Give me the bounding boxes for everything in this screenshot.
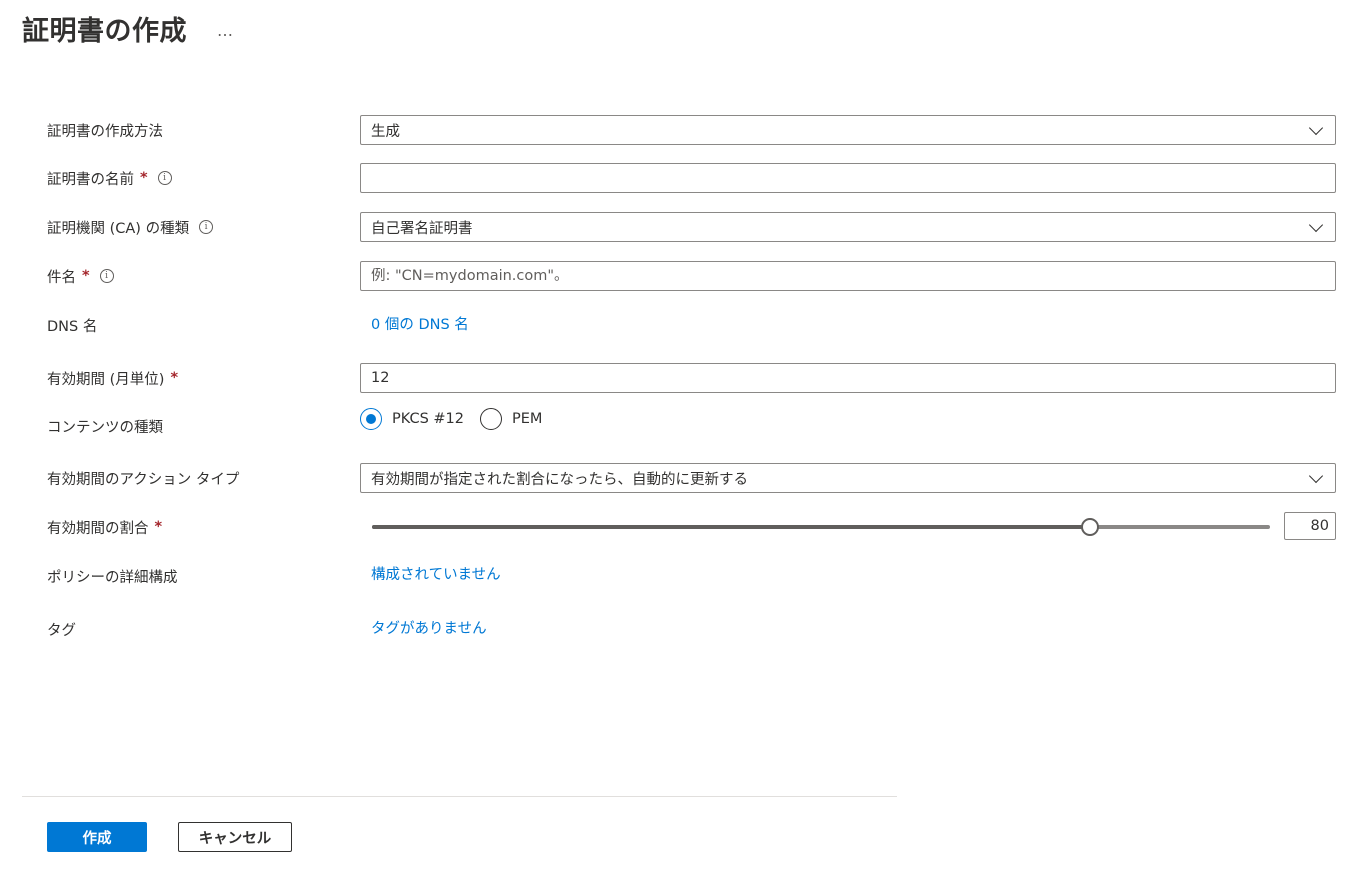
certificate-name-field[interactable] bbox=[360, 163, 1336, 193]
info-icon[interactable]: i bbox=[199, 220, 214, 234]
subject-input[interactable] bbox=[371, 268, 1325, 284]
page-header: 証明書の作成 … bbox=[22, 8, 234, 48]
slider-thumb[interactable] bbox=[1081, 518, 1100, 536]
slider-fill bbox=[372, 525, 1091, 529]
info-icon[interactable]: i bbox=[99, 269, 114, 283]
dns-names-link[interactable]: 0 個の DNS 名 bbox=[360, 317, 469, 333]
form-row-validity: 有効期間 (月単位) * bbox=[47, 362, 1336, 394]
required-marker: * bbox=[82, 268, 90, 284]
form-row-dns: DNS 名 0 個の DNS 名 bbox=[47, 309, 1336, 341]
footer-actions: 作成 キャンセル bbox=[47, 822, 292, 852]
validity-input[interactable] bbox=[371, 370, 1325, 386]
info-icon[interactable]: i bbox=[157, 171, 172, 185]
radio-pem[interactable]: PEM bbox=[480, 408, 542, 430]
radio-pkcs12[interactable]: PKCS #12 bbox=[360, 408, 464, 430]
radio-selected-icon[interactable] bbox=[360, 408, 382, 430]
form-row-action-type: 有効期間のアクション タイプ 有効期間が指定された割合になったら、自動的に更新す… bbox=[47, 462, 1336, 494]
method-label: 証明書の作成方法 bbox=[47, 123, 163, 140]
name-label: 証明書の名前 * i bbox=[47, 168, 347, 189]
validity-field[interactable] bbox=[360, 363, 1336, 393]
percentage-label: 有効期間の割合 * bbox=[47, 519, 163, 537]
content-type-radio-group: PKCS #12 PEM bbox=[360, 408, 1336, 430]
form-row-ca-type: 証明機関 (CA) の種類 i 自己署名証明書 bbox=[47, 211, 1336, 243]
page-title: 証明書の作成 bbox=[22, 15, 187, 47]
create-certificate-page: 証明書の作成 … 証明書の作成方法 生成 証明書の名前 * i 証明機関 (CA… bbox=[0, 0, 1363, 875]
more-options-icon[interactable]: … bbox=[217, 21, 234, 40]
chevron-down-icon bbox=[1309, 122, 1325, 138]
form-row-percentage: 有効期間の割合 * 80 bbox=[47, 511, 1336, 543]
validity-label: 有効期間 (月単位) * bbox=[47, 370, 179, 388]
form-row-policy: ポリシーの詳細構成 構成されていません bbox=[47, 560, 1336, 592]
action-type-label: 有効期間のアクション タイプ bbox=[47, 471, 240, 488]
form-row-name: 証明書の名前 * i bbox=[47, 162, 1336, 194]
create-button[interactable]: 作成 bbox=[47, 822, 147, 852]
ca-type-label: 証明機関 (CA) の種類 i bbox=[47, 217, 347, 238]
required-marker: * bbox=[140, 170, 148, 186]
radio-unselected-icon[interactable] bbox=[480, 408, 502, 430]
form-row-method: 証明書の作成方法 生成 bbox=[47, 114, 1336, 146]
required-marker: * bbox=[154, 519, 163, 535]
action-type-dropdown[interactable]: 有効期間が指定された割合になったら、自動的に更新する bbox=[360, 463, 1336, 493]
required-marker: * bbox=[170, 370, 179, 386]
ca-type-dropdown[interactable]: 自己署名証明書 bbox=[360, 212, 1336, 242]
tags-label: タグ bbox=[47, 622, 76, 639]
dns-label: DNS 名 bbox=[47, 318, 98, 335]
form-row-subject: 件名 * i bbox=[47, 260, 1336, 292]
form-row-content-type: コンテンツの種類 PKCS #12 PEM bbox=[47, 408, 1336, 442]
subject-field[interactable] bbox=[360, 261, 1336, 291]
percentage-slider[interactable]: 80 bbox=[360, 512, 1336, 542]
method-dropdown[interactable]: 生成 bbox=[360, 115, 1336, 145]
policy-label: ポリシーの詳細構成 bbox=[47, 569, 178, 586]
form-row-tags: タグ タグがありません bbox=[47, 613, 1336, 645]
certificate-name-input[interactable] bbox=[371, 170, 1325, 186]
footer-divider bbox=[22, 796, 897, 797]
cancel-button[interactable]: キャンセル bbox=[178, 822, 292, 852]
chevron-down-icon bbox=[1309, 470, 1325, 486]
subject-label: 件名 * i bbox=[47, 266, 347, 287]
content-type-label: コンテンツの種類 bbox=[47, 419, 163, 436]
tags-link[interactable]: タグがありません bbox=[360, 621, 487, 637]
percentage-value-field[interactable]: 80 bbox=[1284, 512, 1336, 540]
chevron-down-icon bbox=[1309, 219, 1325, 235]
policy-config-link[interactable]: 構成されていません bbox=[360, 567, 501, 583]
